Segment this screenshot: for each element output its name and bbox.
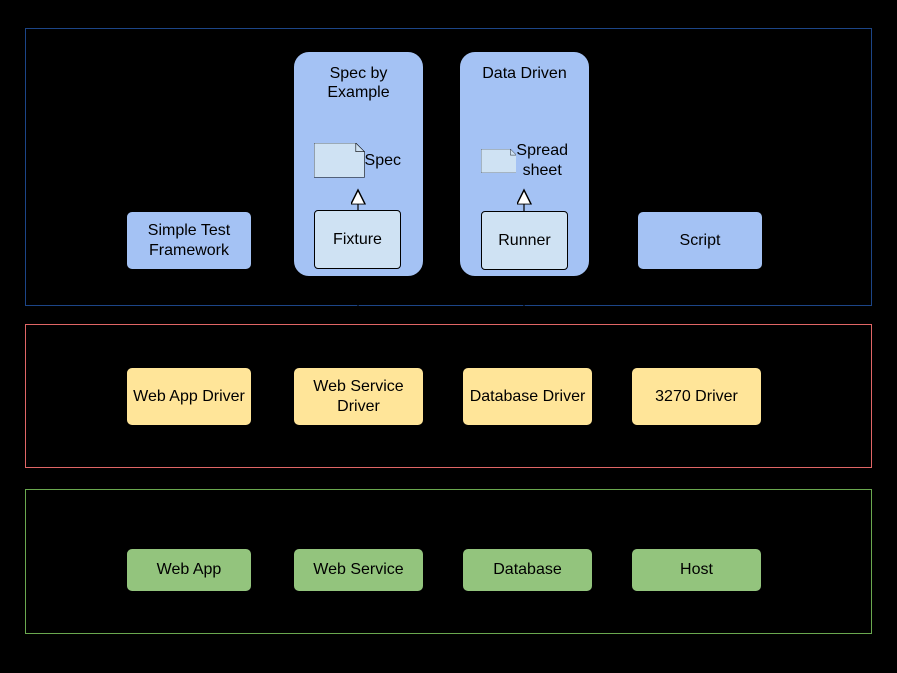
box-fixture: Fixture	[314, 210, 401, 269]
box-script: Script	[637, 211, 763, 270]
label-script: Script	[680, 231, 721, 250]
note-spreadsheet: Spread sheet	[481, 131, 568, 190]
box-web-service-driver: Web Service Driver	[293, 367, 424, 426]
label-simple-test-framework: Simple Test Framework	[131, 221, 247, 259]
label-web-service: Web Service	[313, 560, 403, 579]
label-web-app: Web App	[157, 560, 222, 579]
box-simple-test-framework: Simple Test Framework	[126, 211, 252, 270]
label-3270-driver: 3270 Driver	[655, 387, 738, 406]
label-data-driven-title: Data Driven	[482, 64, 566, 83]
label-database: Database	[493, 560, 562, 579]
label-runner: Runner	[498, 231, 550, 250]
box-web-app: Web App	[126, 548, 252, 592]
label-web-service-driver: Web Service Driver	[298, 377, 419, 415]
label-host: Host	[680, 560, 713, 579]
note-spec: Spec	[314, 131, 401, 190]
label-spec: Spec	[365, 151, 401, 170]
box-web-app-driver: Web App Driver	[126, 367, 252, 426]
label-web-app-driver: Web App Driver	[133, 387, 245, 406]
box-web-service: Web Service	[293, 548, 424, 592]
label-spreadsheet: Spread sheet	[516, 141, 568, 179]
box-host: Host	[631, 548, 762, 592]
box-database: Database	[462, 548, 593, 592]
box-runner: Runner	[481, 211, 568, 270]
box-3270-driver: 3270 Driver	[631, 367, 762, 426]
label-fixture: Fixture	[333, 230, 382, 249]
label-database-driver: Database Driver	[470, 387, 586, 406]
box-database-driver: Database Driver	[462, 367, 593, 426]
label-spec-by-example-title: Spec by Example	[298, 64, 419, 102]
